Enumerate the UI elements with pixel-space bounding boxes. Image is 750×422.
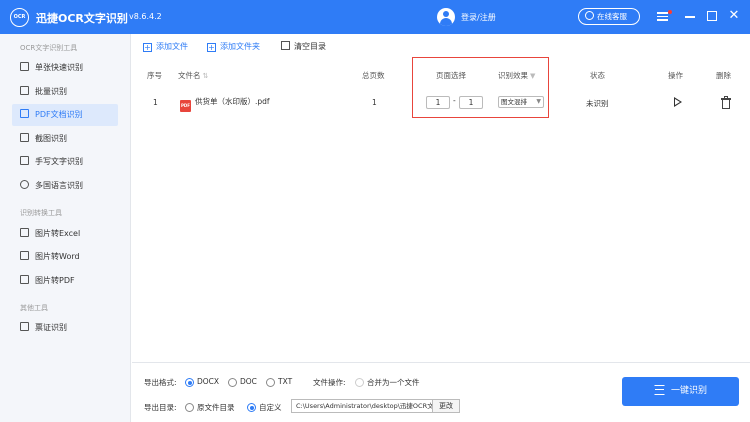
sidebar-section-ocr-tools: OCR文字识别工具: [20, 44, 78, 52]
online-service-label: 在线客服: [597, 12, 627, 21]
merge-files-label[interactable]: 合并为一个文件: [367, 377, 420, 388]
dir-custom-radio[interactable]: [247, 403, 256, 412]
sidebar-item-multilang[interactable]: 多国语言识别: [12, 175, 118, 197]
format-doc-label[interactable]: DOC: [240, 377, 257, 386]
export-path-input[interactable]: C:\Users\Administrator\desktop\迅捷OCR文: [291, 399, 433, 413]
one-click-ocr-button[interactable]: 一键识别: [622, 377, 739, 406]
col-index: 序号: [147, 71, 162, 80]
word-icon: [20, 251, 29, 260]
notification-dot: [668, 10, 672, 14]
sidebar-item-batch[interactable]: 批量识别: [12, 81, 118, 103]
pdf-icon: [20, 275, 29, 284]
file-operation-label: 文件操作:: [313, 378, 346, 387]
pdf-file-icon: PDF: [180, 100, 191, 112]
col-filename[interactable]: 文件名 ⇅: [178, 70, 208, 81]
headset-icon: [585, 11, 594, 20]
title-bar: OCR 迅捷OCR文字识别 v8.6.4.2 登录/注册 在线客服 ✕: [0, 0, 750, 34]
login-link[interactable]: 登录/注册: [461, 12, 496, 23]
format-docx-radio[interactable]: [185, 378, 194, 387]
add-folder-button[interactable]: + 添加文件夹: [207, 40, 260, 54]
add-file-icon: +: [143, 43, 152, 52]
pen-icon: [20, 156, 29, 165]
close-icon[interactable]: ✕: [727, 9, 741, 23]
sidebar-item-pdf[interactable]: PDF文档识别: [12, 104, 118, 126]
sidebar-item-image-to-excel[interactable]: 图片转Excel: [12, 223, 118, 245]
clear-list-button[interactable]: 清空目录: [281, 40, 326, 54]
row-index: 1: [153, 98, 158, 107]
row-filename: PDF 供货单（水印版）.pdf: [180, 96, 270, 112]
ticket-icon: [20, 322, 29, 331]
change-path-button[interactable]: 更改: [433, 399, 460, 413]
app-version: v8.6.4.2: [129, 12, 162, 21]
menu-icon[interactable]: [656, 9, 672, 23]
batch-images-icon: [20, 86, 29, 95]
pdf-doc-icon: [20, 109, 29, 118]
dir-original-radio[interactable]: [185, 403, 194, 412]
add-folder-icon: +: [207, 43, 216, 52]
maximize-icon[interactable]: [705, 9, 719, 23]
globe-icon: [20, 180, 29, 189]
crop-icon: [20, 133, 29, 142]
dir-custom-label[interactable]: 自定义: [259, 402, 282, 413]
col-action: 操作: [668, 71, 683, 80]
sidebar-section-convert-tools: 识别转换工具: [20, 209, 62, 217]
export-dir-label: 导出目录:: [144, 403, 177, 412]
app-logo-icon: OCR: [10, 8, 29, 27]
add-file-button[interactable]: + 添加文件: [143, 40, 188, 54]
sidebar-item-single-quick[interactable]: 单张快速识别: [12, 57, 118, 79]
col-total-pages: 总页数: [362, 71, 385, 80]
sidebar-item-handwriting[interactable]: 手写文字识别: [12, 151, 118, 173]
excel-icon: [20, 228, 29, 237]
format-txt-radio[interactable]: [266, 378, 275, 387]
merge-files-radio[interactable]: [355, 378, 364, 387]
row-total-pages: 1: [372, 98, 377, 107]
row-status: 未识别: [586, 99, 609, 108]
format-docx-label[interactable]: DOCX: [197, 377, 219, 386]
play-icon[interactable]: [674, 97, 682, 107]
trash-icon: [281, 41, 290, 50]
dir-original-label[interactable]: 原文件目录: [197, 402, 235, 413]
online-service-button[interactable]: 在线客服: [578, 8, 640, 25]
scan-icon: [653, 385, 665, 395]
col-delete: 删除: [716, 71, 731, 80]
sidebar-item-screenshot[interactable]: 截图识别: [12, 128, 118, 150]
format-doc-radio[interactable]: [228, 378, 237, 387]
sort-icon: ⇅: [202, 72, 209, 80]
minimize-icon[interactable]: [683, 9, 697, 23]
single-image-icon: [20, 62, 29, 71]
format-txt-label[interactable]: TXT: [278, 377, 292, 386]
delete-icon[interactable]: [721, 96, 731, 109]
export-settings-bar: 导出格式: DOCX DOC TXT 文件操作: 合并为一个文件 导出目录: 原…: [132, 362, 750, 422]
sidebar: OCR文字识别工具 单张快速识别 批量识别 PDF文档识别 截图识别 手写文字识…: [0, 34, 131, 422]
export-format-label: 导出格式:: [144, 378, 177, 387]
highlight-box-page-settings: [412, 57, 549, 118]
sidebar-item-image-to-pdf[interactable]: 图片转PDF: [12, 270, 118, 292]
sidebar-item-ticket[interactable]: 票证识别: [12, 317, 118, 339]
sidebar-item-image-to-word[interactable]: 图片转Word: [12, 246, 118, 268]
avatar-icon[interactable]: [437, 8, 455, 26]
col-status: 状态: [590, 71, 605, 80]
sidebar-section-other-tools: 其他工具: [20, 304, 48, 312]
app-title: 迅捷OCR文字识别: [36, 12, 128, 25]
